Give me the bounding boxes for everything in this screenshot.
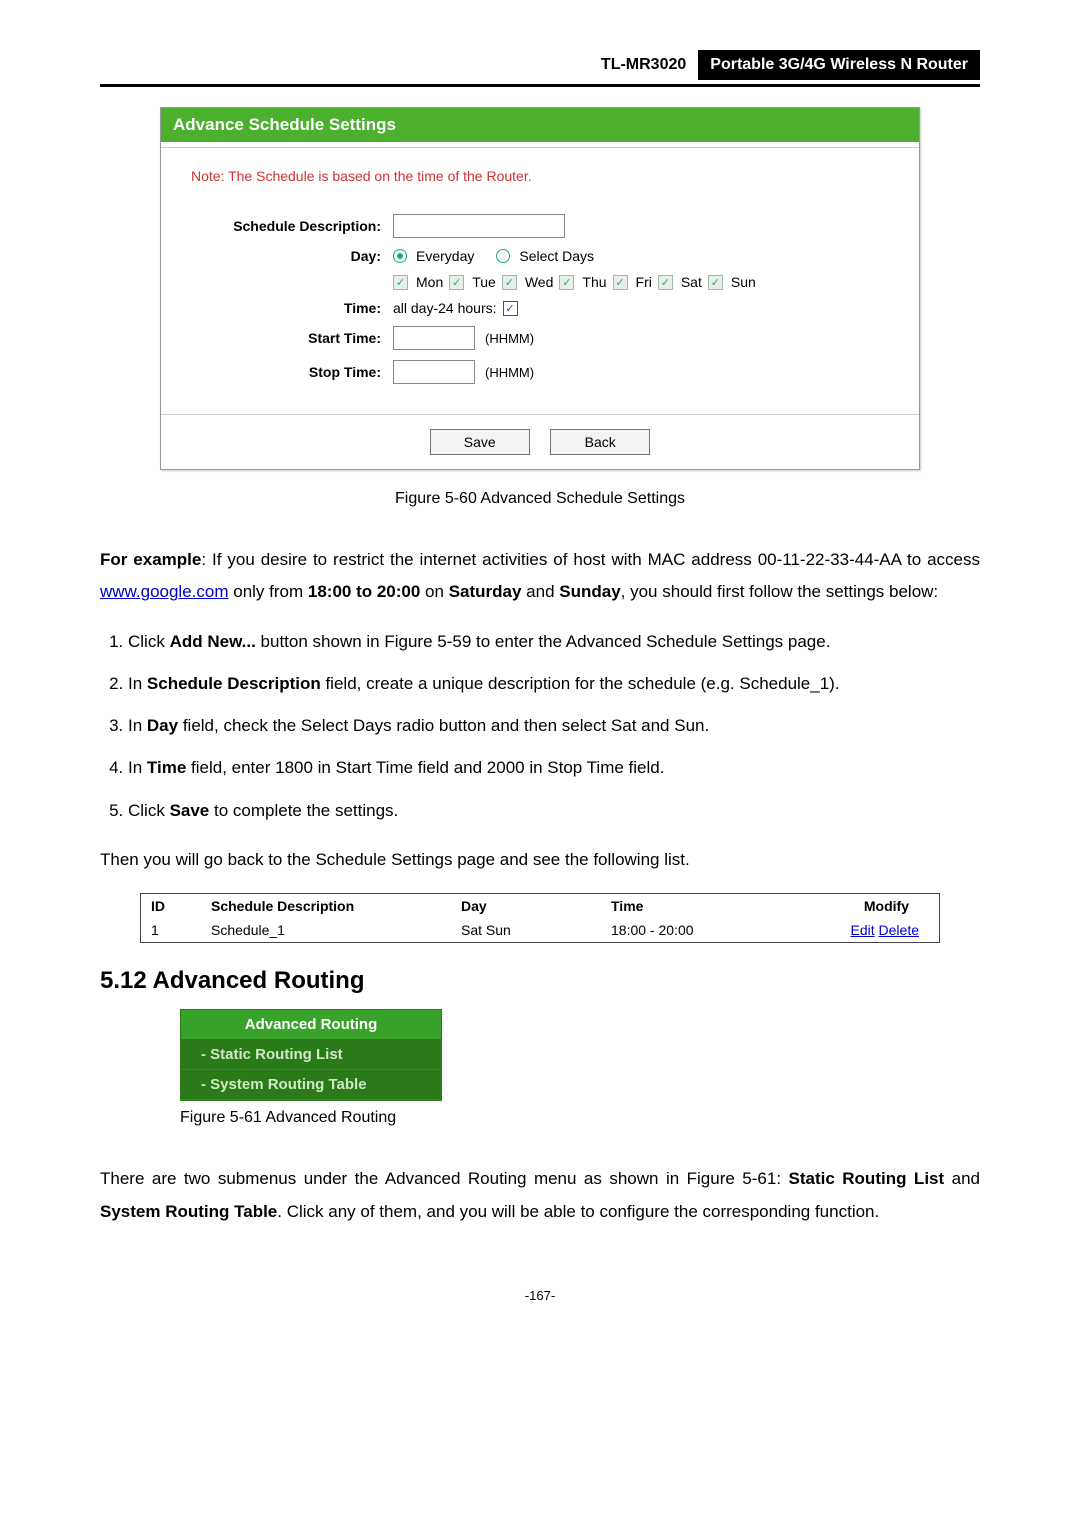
advanced-routing-menu: Advanced Routing - Static Routing List -… (180, 1009, 442, 1101)
radio-select-days[interactable] (496, 249, 510, 263)
page-number: -167- (100, 1288, 980, 1303)
label-start-time: Start Time: (191, 330, 393, 346)
panel-note: Note: The Schedule is based on the time … (191, 168, 889, 184)
label-day: Day: (191, 248, 393, 264)
day-checkbox-row: ✓Mon ✓Tue ✓Wed ✓Thu ✓Fri ✓Sat ✓Sun (393, 274, 756, 290)
check-fri[interactable]: ✓ (613, 275, 628, 290)
product-label: Portable 3G/4G Wireless N Router (698, 50, 980, 80)
delete-link[interactable]: Delete (879, 922, 919, 938)
steps-list: Click Add New... button shown in Figure … (100, 626, 980, 827)
menu-static-routing[interactable]: - Static Routing List (181, 1040, 441, 1070)
label-time: Time: (191, 300, 393, 316)
stop-hhmm-hint: (HHMM) (485, 365, 534, 380)
model-label: TL-MR3020 (589, 50, 698, 80)
schedule-description-input[interactable] (393, 214, 565, 238)
allday-label: all day-24 hours: (393, 300, 497, 316)
panel-title: Advance Schedule Settings (161, 108, 919, 144)
edit-link[interactable]: Edit (851, 922, 875, 938)
start-time-input[interactable] (393, 326, 475, 350)
check-tue[interactable]: ✓ (449, 275, 464, 290)
google-link[interactable]: www.google.com (100, 582, 229, 601)
label-stop-time: Stop Time: (191, 364, 393, 380)
radio-everyday-label: Everyday (416, 248, 474, 264)
schedule-settings-panel: Advance Schedule Settings Note: The Sche… (160, 107, 920, 470)
stop-time-input[interactable] (393, 360, 475, 384)
menu-header[interactable]: Advanced Routing (181, 1010, 441, 1040)
figure-61-caption: Figure 5-61 Advanced Routing (180, 1109, 980, 1127)
start-hhmm-hint: (HHMM) (485, 331, 534, 346)
check-allday[interactable]: ✓ (503, 301, 518, 316)
check-thu[interactable]: ✓ (559, 275, 574, 290)
radio-select-days-label: Select Days (519, 248, 594, 264)
radio-everyday[interactable] (393, 249, 407, 263)
check-sat[interactable]: ✓ (658, 275, 673, 290)
then-paragraph: Then you will go back to the Schedule Se… (100, 844, 980, 876)
closing-paragraph: There are two submenus under the Advance… (100, 1163, 980, 1228)
table-row: 1 Schedule_1 Sat Sun 18:00 - 20:00 Edit … (141, 918, 939, 942)
check-wed[interactable]: ✓ (502, 275, 517, 290)
label-schedule-desc: Schedule Description: (191, 218, 393, 234)
figure-60-caption: Figure 5-60 Advanced Schedule Settings (100, 490, 980, 508)
example-paragraph: For example: If you desire to restrict t… (100, 544, 980, 609)
schedule-result-table: ID Schedule Description Day Time Modify … (140, 893, 940, 943)
menu-system-routing[interactable]: - System Routing Table (181, 1070, 441, 1100)
save-button[interactable]: Save (430, 429, 530, 455)
check-sun[interactable]: ✓ (708, 275, 723, 290)
section-heading: 5.12 Advanced Routing (100, 967, 980, 995)
back-button[interactable]: Back (550, 429, 650, 455)
check-mon[interactable]: ✓ (393, 275, 408, 290)
doc-header: TL-MR3020 Portable 3G/4G Wireless N Rout… (100, 50, 980, 87)
